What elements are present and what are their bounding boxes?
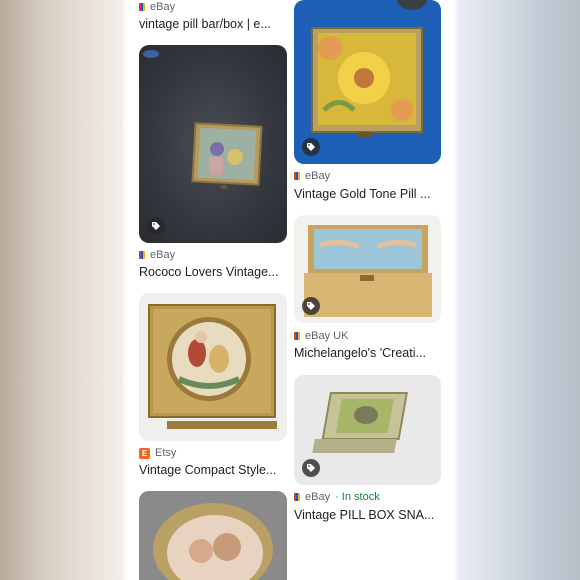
ebay-favicon-icon xyxy=(294,332,300,340)
ebay-favicon-icon xyxy=(294,493,300,501)
ebay-favicon-icon xyxy=(139,3,145,11)
ebay-favicon-icon xyxy=(139,251,145,259)
result-source: eBay UK xyxy=(294,330,348,342)
result-title[interactable]: vintage pill bar/box | e... xyxy=(139,17,279,31)
result-source: eBay xyxy=(139,1,175,13)
result-image[interactable] xyxy=(294,375,441,485)
result-image[interactable] xyxy=(139,45,287,243)
result-source: eBay xyxy=(139,249,175,261)
pill-box-photo xyxy=(143,50,263,189)
shopping-tag-icon xyxy=(147,217,165,235)
image-search-results: eBay vintage pill bar/box | e... eBay Ro… xyxy=(125,0,454,580)
shopping-tag-icon xyxy=(302,297,320,315)
result-image[interactable] xyxy=(139,293,287,441)
result-source: E Etsy xyxy=(139,447,176,459)
result-title[interactable]: Vintage PILL BOX SNA... xyxy=(294,508,438,522)
etsy-favicon-icon: E xyxy=(139,447,150,459)
result-source: eBay xyxy=(294,170,330,182)
pill-box-photo xyxy=(139,491,287,580)
pill-box-photo xyxy=(148,304,277,429)
result-title[interactable]: Vintage Compact Style... xyxy=(139,463,283,477)
shopping-tag-icon xyxy=(302,138,320,156)
ebay-favicon-icon xyxy=(294,172,300,180)
result-title[interactable]: Michelangelo's 'Creati... xyxy=(294,346,438,360)
result-title[interactable]: Rococo Lovers Vintage... xyxy=(139,265,283,279)
result-image[interactable] xyxy=(294,215,441,323)
shopping-tag-icon xyxy=(302,459,320,477)
result-image[interactable] xyxy=(139,491,287,580)
result-source: eBay · In stock xyxy=(294,491,380,503)
result-title[interactable]: Vintage Gold Tone Pill ... xyxy=(294,187,438,201)
result-image[interactable] xyxy=(294,0,441,164)
in-stock-label: · In stock xyxy=(335,491,380,503)
